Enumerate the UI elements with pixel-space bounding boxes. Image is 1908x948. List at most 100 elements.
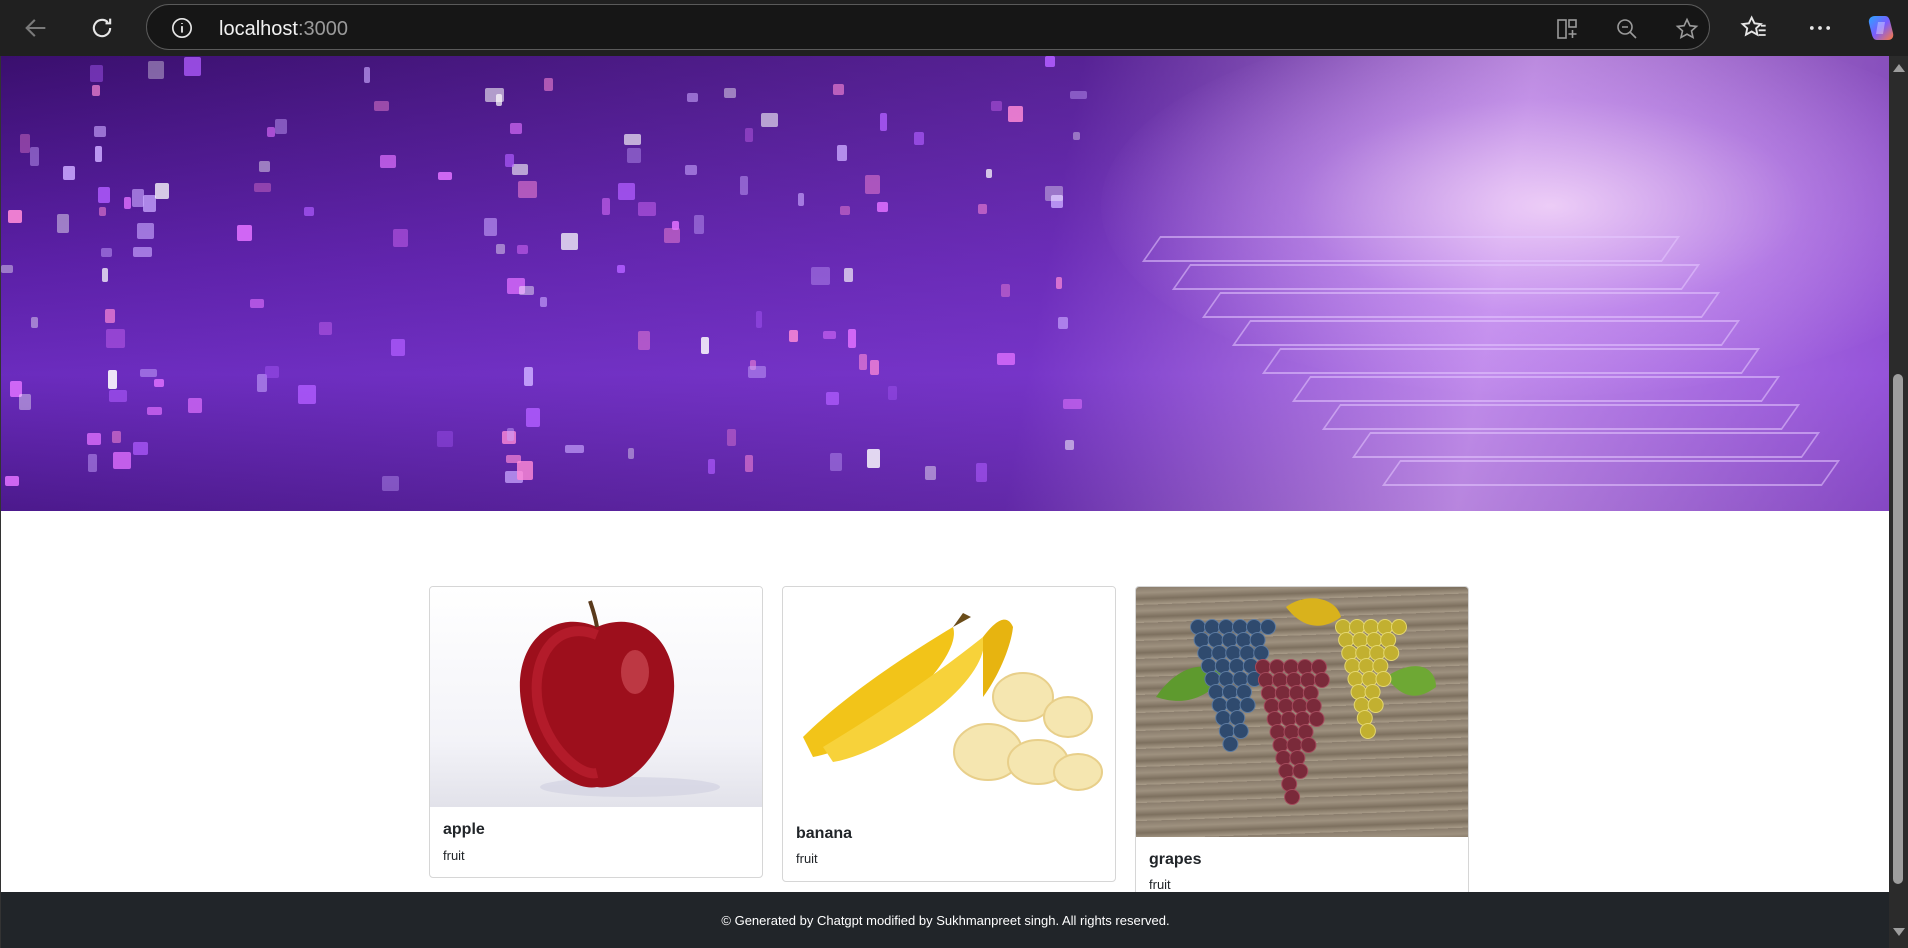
hero-code-glyph (5, 476, 19, 486)
hero-code-glyph (437, 431, 453, 447)
grape (1299, 672, 1316, 688)
hero-code-glyph (1070, 91, 1087, 99)
hero-code-glyph (94, 126, 106, 137)
hero-code-glyph (391, 339, 405, 356)
page-viewport: apple fruit banana fruit grapes fruit © … (0, 56, 1889, 948)
hero-code-glyph (524, 367, 533, 386)
hero-code-glyph (1045, 186, 1063, 201)
hero-code-glyph (628, 448, 634, 459)
hero-code-glyph (8, 210, 22, 223)
grape (1308, 711, 1325, 727)
hero-code-glyph (526, 408, 540, 427)
grape (1280, 711, 1297, 727)
hero-code-glyph (90, 65, 103, 82)
hero-code-glyph (798, 193, 804, 206)
hero-code-glyph (237, 225, 252, 241)
hero-code-glyph (833, 84, 844, 95)
url-text[interactable]: localhost:3000 (219, 18, 348, 41)
card-title: apple (443, 821, 485, 838)
scroll-down-icon[interactable] (1893, 928, 1905, 936)
card-banana[interactable]: banana fruit (782, 586, 1116, 882)
grape (1335, 619, 1351, 635)
card-apple[interactable]: apple fruit (429, 586, 763, 878)
hero-code-glyph (133, 247, 152, 257)
split-screen-icon[interactable] (1555, 17, 1579, 41)
hero-code-glyph (132, 189, 144, 207)
copilot-icon[interactable] (1866, 14, 1896, 42)
hero-code-glyph (978, 204, 987, 214)
hero-code-glyph (519, 286, 534, 295)
grape (1272, 737, 1289, 753)
hero-code-glyph (708, 459, 715, 474)
scroll-up-icon[interactable] (1893, 64, 1905, 72)
hero-code-glyph (748, 366, 766, 378)
hero-code-glyph (870, 360, 879, 375)
hero-code-glyph (505, 154, 514, 167)
grape (1260, 685, 1277, 701)
hero-code-glyph (87, 433, 101, 445)
grape (1263, 698, 1280, 714)
hero-code-glyph (724, 88, 736, 98)
hero-code-glyph (154, 379, 164, 387)
grape (1283, 724, 1300, 740)
hero-code-glyph (756, 311, 762, 328)
address-bar[interactable]: localhost:3000 (146, 4, 1710, 50)
hero-code-glyph (745, 455, 753, 472)
hero-code-glyph (1045, 56, 1055, 67)
hero-panel-outline (1231, 320, 1741, 346)
favorites-icon[interactable] (1740, 14, 1768, 42)
hero-code-glyph (701, 337, 709, 354)
more-icon[interactable] (1806, 14, 1834, 42)
scrollbar-thumb[interactable] (1893, 374, 1903, 884)
hero-code-glyph (95, 146, 102, 162)
hero-code-glyph (1056, 277, 1062, 289)
grape (1366, 632, 1383, 648)
grape (1286, 737, 1303, 753)
site-info-icon[interactable] (171, 17, 193, 39)
hero-panel-outline (1381, 460, 1841, 486)
grape (1363, 619, 1379, 635)
hero-code-glyph (914, 132, 924, 145)
grape (1277, 698, 1294, 714)
hero-panel-outline (1321, 404, 1801, 430)
refresh-icon[interactable] (84, 10, 120, 46)
hero-code-glyph (561, 233, 578, 250)
hero-code-glyph (506, 455, 521, 463)
hero-code-glyph (484, 218, 497, 236)
hero-code-glyph (148, 61, 164, 79)
grape (1222, 736, 1239, 752)
hero-code-glyph (133, 442, 148, 455)
page-scrollbar[interactable] (1889, 56, 1908, 948)
grape (1367, 697, 1384, 713)
hero-code-glyph (740, 176, 748, 195)
grape (1274, 685, 1291, 701)
hero-code-glyph (382, 476, 399, 491)
hero-code-glyph (507, 428, 514, 441)
hero-code-glyph (275, 119, 287, 134)
hero-code-glyph (840, 206, 850, 215)
hero-code-glyph (106, 329, 125, 348)
hero-code-glyph (147, 407, 162, 415)
grape (1313, 672, 1330, 688)
hero-panel-outline (1141, 236, 1681, 262)
hero-code-glyph (250, 299, 264, 308)
hero-code-glyph (140, 369, 157, 377)
favorite-star-icon[interactable] (1675, 17, 1699, 41)
card-grapes[interactable]: grapes fruit (1135, 586, 1469, 908)
hero-code-glyph (540, 297, 547, 307)
zoom-out-icon[interactable] (1615, 17, 1639, 41)
grape (1288, 685, 1305, 701)
hero-code-glyph (259, 161, 270, 172)
footer-text: © Generated by Chatgpt modified by Sukhm… (721, 912, 1170, 928)
hero-code-glyph (617, 265, 625, 273)
hero-code-glyph (867, 449, 880, 468)
hero-code-glyph (638, 331, 650, 350)
hero-code-glyph (1, 265, 13, 273)
hero-code-glyph (925, 466, 936, 480)
grape (1269, 659, 1285, 675)
grape (1289, 750, 1306, 766)
hero-code-glyph (859, 354, 867, 370)
back-icon[interactable] (18, 10, 54, 46)
hero-code-glyph (364, 67, 370, 83)
grape (1350, 684, 1367, 700)
